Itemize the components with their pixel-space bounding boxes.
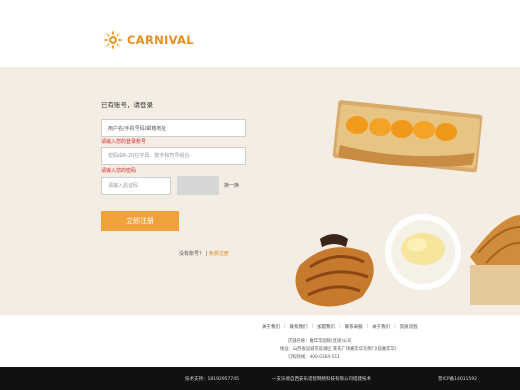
login-separator: | — [205, 251, 208, 257]
password-input[interactable] — [101, 147, 246, 165]
footer-info: 店铺名称：嘉年华国际(连锁)公司 地址：山西省运城市盐湖区 莱氏广场嘉年华东侧门… — [280, 338, 397, 362]
chocolate-pastry-image — [295, 234, 374, 307]
divider: | — [394, 324, 396, 329]
captcha-image[interactable] — [177, 176, 219, 195]
account-input[interactable] — [101, 119, 246, 137]
divider: | — [339, 324, 341, 329]
apricot-pastry-image — [332, 100, 483, 173]
footer-link[interactable]: 加盟我们 — [317, 324, 335, 330]
footer-link[interactable]: 联系采服 — [345, 324, 363, 330]
footer-link[interactable]: 关于我们 — [372, 324, 390, 330]
captcha-input[interactable] — [101, 176, 171, 195]
account-error-text: 请输入您的登录账号 — [101, 139, 147, 145]
login-hint: 没有账号？ | 免费注册 — [179, 250, 229, 257]
header: CARNIVAL — [0, 0, 520, 67]
hotline-text: 订购热线：400-0364-511 — [288, 355, 340, 360]
free-register-link[interactable]: 免费注册 — [209, 251, 229, 257]
brand-name: CARNIVAL — [127, 33, 194, 47]
brand-logo[interactable]: CARNIVAL — [102, 29, 194, 51]
divider: | — [366, 324, 369, 329]
footer: 关于我们 | 联系我们 | 加盟我们 | 联系采服 | 关于我们 | 资质流程 店铺名称：… — [0, 315, 520, 367]
password-error-text: 请输入您的密码 — [101, 168, 137, 174]
icp-number[interactable]: 晋ICP备14011592 — [438, 376, 477, 382]
register-button[interactable]: 立即注册 — [101, 211, 179, 231]
sun-logo-icon — [102, 29, 124, 51]
captcha-row: 换一换 — [101, 176, 281, 195]
footer-link[interactable]: 资质流程 — [400, 324, 418, 330]
tech-support-text: 技术支持：18192957745 — [185, 377, 239, 382]
login-prompt-text: 没有账号？ — [179, 251, 205, 257]
copyright-text: 一支乐境自西安乐诺智网络科技有限公司搭建技术 — [272, 377, 371, 382]
divider: | — [311, 324, 314, 329]
footer-link[interactable]: 关于我们 — [262, 324, 280, 330]
footer-link[interactable]: 联系我们 — [290, 324, 308, 330]
bottom-bar: 技术支持：18192957745 一支乐境自西安乐诺智网络科技有限公司搭建技术 … — [0, 367, 520, 390]
footer-links: 关于我们 | 联系我们 | 加盟我们 | 联系采服 | 关于我们 | 资质流程 — [262, 324, 418, 330]
form-title: 已有账号，请登录 — [101, 101, 153, 109]
login-section: 已有账号，请登录 请输入您的登录账号 请输入您的密码 换一换 立即注册 没有账号… — [0, 67, 520, 315]
store-name-text: 店铺名称：嘉年华国际(连锁)公司 — [288, 339, 352, 344]
butter-cup-image — [385, 214, 461, 290]
divider: | — [284, 324, 286, 329]
login-form: 已有账号，请登录 请输入您的登录账号 请输入您的密码 换一换 立即注册 — [101, 99, 281, 231]
captcha-refresh-link[interactable]: 换一换 — [224, 182, 239, 189]
address-text: 地址：山西省运城市盐湖区 莱氏广场嘉年华东侧门(居嘉年华) — [280, 347, 397, 352]
